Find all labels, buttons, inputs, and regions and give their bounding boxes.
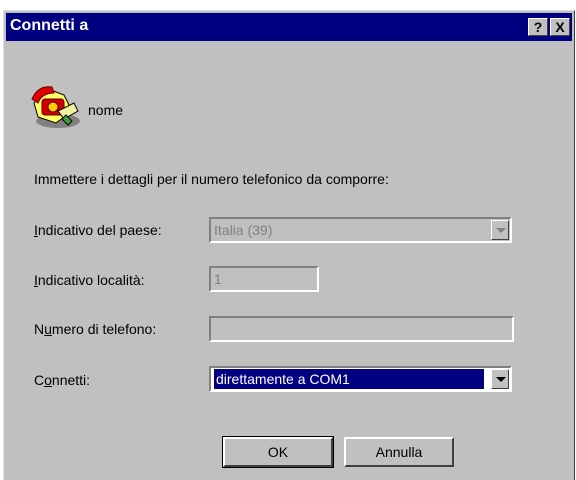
chevron-down-icon[interactable] — [491, 369, 509, 389]
connect-dialog: Connetti a ? X nome Immettere i dettagli… — [3, 10, 575, 480]
title-bar[interactable]: Connetti a ? X — [6, 13, 572, 41]
phone-connection-icon — [31, 86, 80, 128]
area-code-value: 1 — [214, 271, 222, 287]
area-code-field[interactable]: 1 — [209, 266, 319, 292]
phone-label: Numero di telefono: — [34, 321, 157, 337]
country-value: Italia (39) — [214, 222, 273, 238]
connect-via-dropdown[interactable]: direttamente a COM1 — [209, 366, 512, 392]
connect-via-label: Connetti: — [34, 372, 91, 388]
chevron-down-icon[interactable] — [491, 220, 509, 240]
window-title: Connetti a — [10, 17, 89, 34]
country-dropdown[interactable]: Italia (39) — [209, 217, 512, 243]
cancel-button[interactable]: Annulla — [344, 437, 454, 467]
country-label: Indicativo del paese: — [34, 222, 162, 238]
instructions-text: Immettere i dettagli per il numero telef… — [34, 171, 389, 187]
close-button[interactable]: X — [550, 18, 570, 36]
help-button[interactable]: ? — [528, 18, 548, 36]
ok-button[interactable]: OK — [222, 436, 334, 468]
phone-number-field[interactable] — [209, 316, 514, 342]
area-code-label: Indicativo località: — [34, 272, 145, 288]
connect-via-value: direttamente a COM1 — [214, 369, 484, 389]
connection-name: nome — [88, 102, 124, 118]
